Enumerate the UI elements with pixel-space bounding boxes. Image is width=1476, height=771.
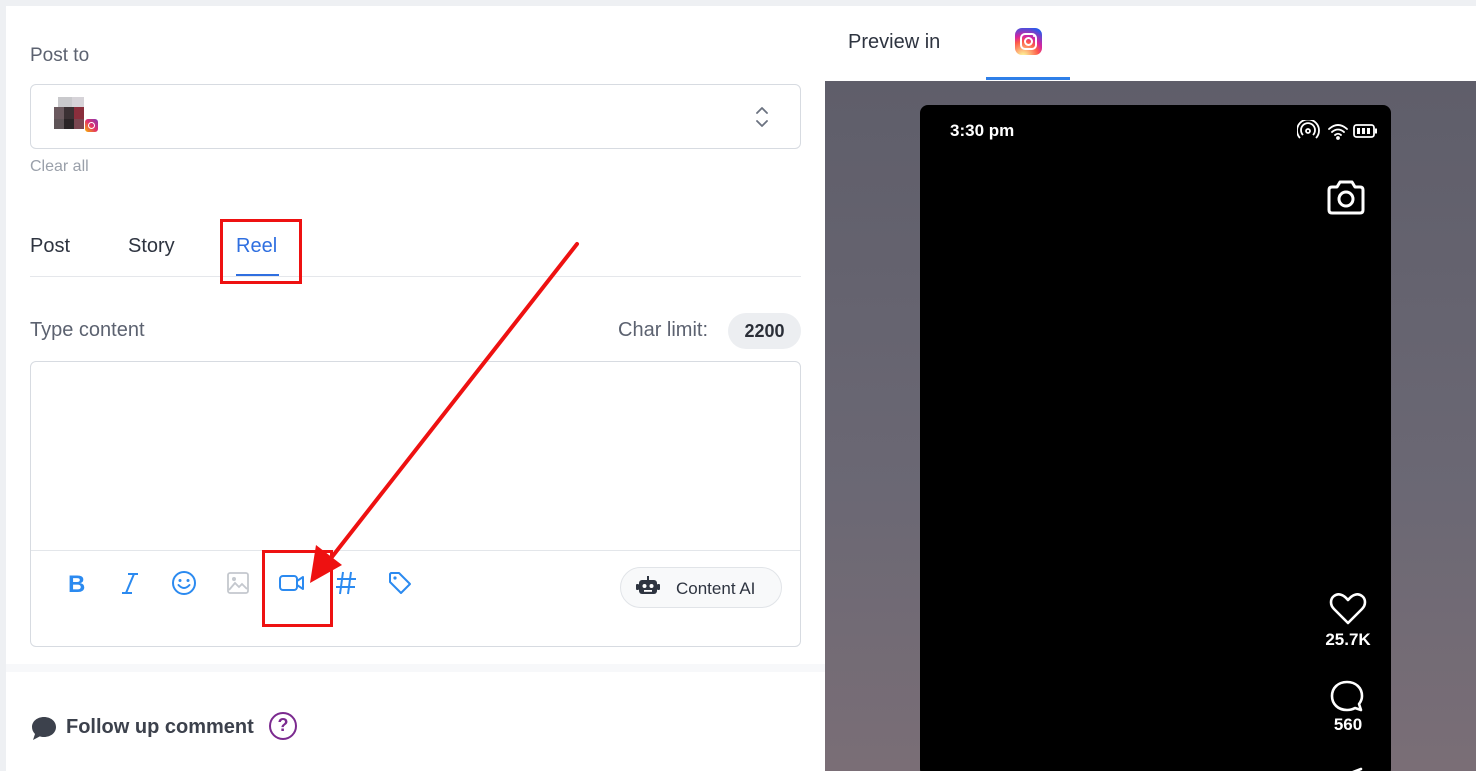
comments-count: 560 [1333, 715, 1363, 734]
char-limit-badge: 2200 [728, 313, 801, 349]
status-time: 3:30 pm [950, 121, 1015, 140]
tab-story[interactable]: Story [128, 235, 175, 258]
italic-icon [122, 573, 138, 594]
hotspot-icon [1297, 120, 1320, 139]
video-button-highlight [262, 550, 333, 627]
help-icon[interactable]: ? [269, 712, 297, 740]
robot-icon [636, 576, 660, 594]
status-icons [1297, 120, 1377, 140]
battery-icon [1353, 124, 1377, 138]
hashtag-button[interactable] [331, 568, 361, 598]
clear-all-link[interactable]: Clear all [30, 158, 89, 176]
preview-in-label: Preview in [848, 31, 941, 53]
preview-canvas: 3:30 pm 25.7K 560 [825, 81, 1476, 771]
content-textarea[interactable] [31, 362, 800, 551]
wifi-icon [1328, 124, 1348, 140]
italic-button[interactable] [115, 568, 145, 598]
content-ai-label: Content AI [676, 579, 756, 598]
emoji-button[interactable] [169, 568, 199, 598]
type-content-label: Type content [30, 319, 145, 341]
preview-panel: Preview in 3:30 pm 25.7K 560 [825, 6, 1476, 771]
active-preview-tab-indicator [986, 77, 1070, 80]
likes-count: 25.7K [1325, 630, 1371, 649]
image-icon [227, 572, 249, 594]
instagram-badge-icon [84, 118, 99, 133]
phone-mockup: 3:30 pm 25.7K 560 [920, 105, 1391, 771]
instagram-icon [1015, 28, 1042, 55]
char-limit-label: Char limit: [618, 319, 709, 341]
comment-icon [1330, 680, 1364, 712]
share-icon [1352, 767, 1363, 771]
heart-icon [1329, 593, 1367, 625]
content-editor: B Content AI [30, 361, 801, 647]
image-button[interactable] [223, 568, 253, 598]
bold-button[interactable]: B [61, 568, 91, 598]
tab-instagram-preview[interactable] [986, 6, 1070, 81]
section-divider [6, 664, 825, 672]
account-avatar [54, 97, 99, 135]
camera-icon [1327, 180, 1365, 215]
account-select[interactable] [30, 84, 801, 149]
post-type-tabs: Post Story Reel [30, 219, 801, 277]
tag-button[interactable] [385, 568, 415, 598]
bold-icon: B [68, 571, 85, 595]
composer-panel: Post to Clear all Post Story Reel Type c… [6, 6, 825, 771]
reel-tab-highlight [220, 219, 302, 284]
hashtag-icon [336, 571, 356, 595]
svg-text:B: B [68, 571, 85, 595]
chevron-updown-icon [756, 107, 768, 127]
app-root: Post to Clear all Post Story Reel Type c… [0, 0, 1476, 771]
emoji-icon [172, 571, 196, 595]
follow-up-comment-label: Follow up comment [66, 716, 254, 738]
content-ai-button[interactable]: Content AI [620, 567, 782, 608]
tab-post[interactable]: Post [30, 235, 70, 258]
tag-icon [389, 572, 411, 594]
speech-bubble-icon [32, 717, 56, 740]
post-to-label: Post to [30, 45, 90, 66]
